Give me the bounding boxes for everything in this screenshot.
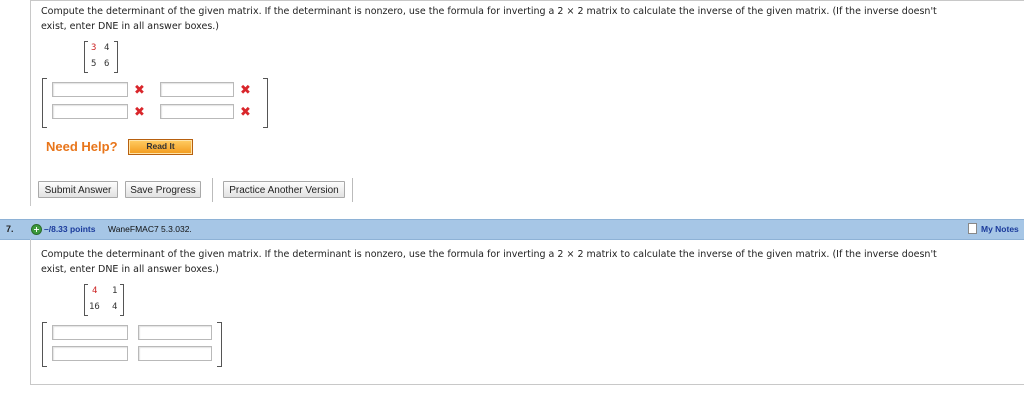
answer-input-r2c1[interactable]	[52, 346, 128, 361]
matrix-left-bracket	[84, 284, 88, 316]
answer-input-r2c2[interactable]	[160, 104, 234, 119]
question-7-text: Compute the determinant of the given mat…	[41, 247, 1021, 277]
matrix-entry-a12: 1	[112, 286, 118, 296]
matrix-entry-a12: 4	[104, 43, 110, 53]
matrix-entry-a22: 6	[104, 59, 110, 69]
button-divider	[352, 178, 353, 202]
my-notes-link[interactable]: My Notes	[981, 224, 1019, 234]
answer-input-r1c1[interactable]	[52, 325, 128, 340]
incorrect-x-icon: ✖	[240, 83, 251, 98]
question-6-text-line2: exist, enter DNE in all answer boxes.)	[41, 21, 219, 32]
matrix-entry-a11: 3	[91, 43, 97, 53]
matrix-right-bracket	[120, 284, 124, 316]
incorrect-x-icon: ✖	[134, 105, 145, 120]
plus-circle-icon[interactable]: +	[31, 224, 42, 235]
question-7-text-line2: exist, enter DNE in all answer boxes.)	[41, 264, 219, 275]
question-number: 7.	[6, 224, 14, 234]
button-divider	[212, 178, 213, 202]
points-label: –/8.33 points	[44, 224, 96, 234]
incorrect-x-icon: ✖	[240, 105, 251, 120]
problem-id: WaneFMAC7 5.3.032.	[108, 224, 192, 234]
answer-input-r1c2[interactable]	[160, 82, 234, 97]
answer-matrix-left-bracket	[42, 322, 47, 367]
matrix-entry-a21: 5	[91, 59, 97, 69]
answer-input-r2c1[interactable]	[52, 104, 128, 119]
question-6-answer-matrix: ✖ ✖ ✖ ✖	[42, 78, 268, 128]
answer-matrix-left-bracket	[42, 78, 47, 128]
answer-input-r1c2[interactable]	[138, 325, 212, 340]
matrix-left-bracket	[84, 41, 88, 73]
matrix-entry-a22: 4	[112, 302, 118, 312]
answer-matrix-right-bracket	[263, 78, 268, 128]
question-7-text-line1: Compute the determinant of the given mat…	[41, 249, 937, 260]
question-6-matrix: 3 4 5 6	[84, 41, 118, 73]
question-7-header: 7. + –/8.33 points WaneFMAC7 5.3.032. My…	[0, 219, 1024, 240]
answer-input-r2c2[interactable]	[138, 346, 212, 361]
submit-answer-button[interactable]: Submit Answer	[38, 181, 118, 198]
notes-icon[interactable]	[968, 223, 977, 234]
matrix-entry-a11: 4	[92, 286, 98, 296]
matrix-entry-a21: 16	[89, 302, 100, 312]
read-it-button[interactable]: Read It	[128, 139, 193, 155]
save-progress-button[interactable]: Save Progress	[125, 181, 201, 198]
matrix-right-bracket	[114, 41, 118, 73]
answer-input-r1c1[interactable]	[52, 82, 128, 97]
question-7-answer-matrix	[42, 322, 222, 367]
question-6-text: Compute the determinant of the given mat…	[41, 4, 1021, 34]
practice-another-version-button[interactable]: Practice Another Version	[223, 181, 345, 198]
question-7-matrix: 4 1 16 4	[84, 284, 124, 316]
question-6-text-line1: Compute the determinant of the given mat…	[41, 6, 937, 17]
incorrect-x-icon: ✖	[134, 83, 145, 98]
need-help-label: Need Help?	[46, 139, 118, 154]
answer-matrix-right-bracket	[217, 322, 222, 367]
